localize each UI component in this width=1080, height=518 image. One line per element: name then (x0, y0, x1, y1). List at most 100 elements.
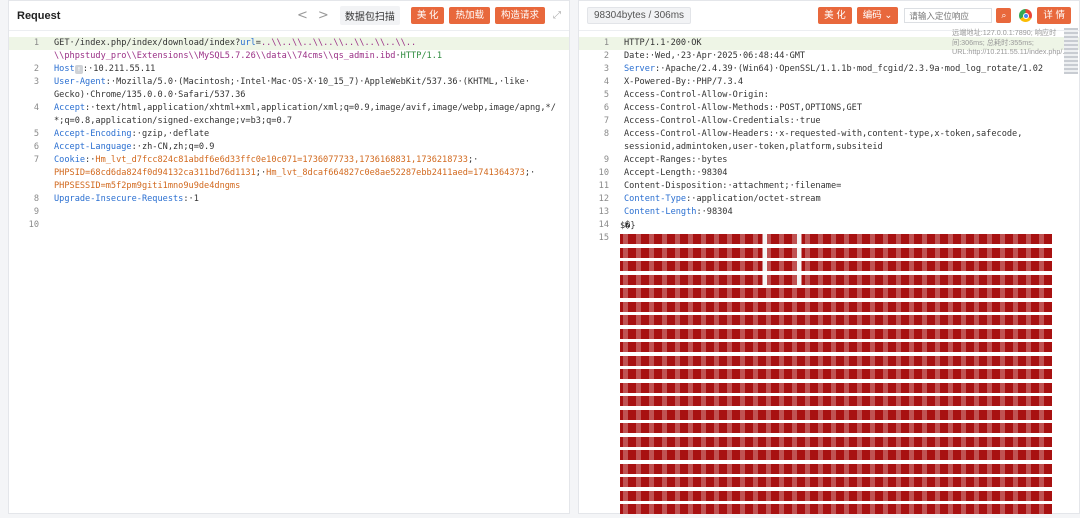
code-line[interactable]: 3 Server:·Apache/2.4.39·(Win64)·OpenSSL/1… (579, 63, 1079, 76)
request-editor[interactable]: 1 GET·/index.php/index/download/index?url… (9, 37, 569, 513)
locate-response-input[interactable] (904, 8, 993, 23)
code-line[interactable]: 6 Access-Control-Allow-Methods:·POST,OPTI… (579, 102, 1079, 115)
token: :·98304 (696, 207, 733, 217)
binary-row (620, 450, 1052, 460)
beautify-button[interactable]: 美 化 (818, 7, 852, 24)
line-content: Accept-Ranges:·bytes (624, 154, 727, 167)
beautify-button[interactable]: 美 化 (410, 7, 445, 24)
line-content: Access-Control-Allow-Credentials:·true (624, 115, 821, 128)
token: Access-Control-Allow-Headers:·x-requeste… (624, 129, 1023, 139)
token: Accept-Ranges:·bytes (624, 155, 728, 165)
line-content: Upgrade-Insecure-Requests:·1 (54, 193, 199, 206)
line-content: Accept:·text/html,application/xhtml+xml,… (54, 102, 556, 115)
line-content: Content-Disposition:·attachment;·filenam… (624, 180, 841, 193)
response-body-first-line: $�} (620, 221, 636, 231)
token: Date:·Wed,·23·Apr·2025·06:48:44·GMT (624, 51, 806, 61)
line-number: 11 (598, 181, 609, 191)
token: :·gzip,·deflate (131, 129, 210, 139)
expand-icon[interactable]: ⤢ (553, 10, 561, 21)
token: :·1 (183, 194, 199, 204)
line-number: 3 (33, 77, 39, 87)
token: Gecko)·Chrome/135.0.0.0·Safari/537.36 (54, 90, 246, 100)
binary-row (620, 477, 1052, 487)
line-number: 8 (603, 129, 609, 139)
token: X-Powered-By:·PHP/7.3.4 (624, 77, 743, 87)
line-content: sessionid,admintoken,user-token,platform… (624, 141, 883, 154)
code-line[interactable]: PHPSESSID=m5f2pm9giti1mno9u9de4dngms (9, 180, 569, 193)
code-line[interactable]: 10 Accept-Length:·98304 (579, 167, 1079, 180)
token: Accept-Length:·98304 (624, 168, 728, 178)
line-content: Access-Control-Allow-Headers:·x-requeste… (624, 128, 1022, 141)
code-line[interactable]: 5 Accept-Encoding:·gzip,·deflate (9, 128, 569, 141)
hot-reload-button[interactable]: 热加载 (449, 7, 490, 24)
binary-body-block (620, 234, 1052, 518)
request-toolbar: Request < > 数据包扫描 美 化 热加载 构造请求 ⤢ (9, 1, 569, 31)
code-line[interactable]: 7 Cookie:·Hm_lvt_d7fcc824c81abdf6e6d33ffc… (9, 154, 569, 167)
token: Access-Control-Allow-Methods:·POST,OPTIO… (624, 103, 862, 113)
line-number: 5 (603, 90, 609, 100)
code-line[interactable]: 1 GET·/index.php/index/download/index?url… (9, 37, 569, 50)
token: Accept (54, 103, 86, 113)
code-line[interactable]: sessionid,admintoken,user-token,platform… (579, 141, 1079, 154)
token: :·zh-CN,zh;q=0.9 (131, 142, 215, 152)
code-line[interactable]: 12 Content-Type:·application/octet-stream (579, 193, 1079, 206)
line-content: *;q=0.8,application/signed-exchange;v=b3… (54, 115, 292, 128)
token: HTTP/1.1 (400, 51, 443, 61)
line-number: 15 (598, 233, 609, 243)
binary-row (620, 261, 1052, 271)
line-number: 9 (603, 155, 609, 165)
code-line[interactable]: 8 Access-Control-Allow-Headers:·x-request… (579, 128, 1079, 141)
line-number: 2 (33, 64, 39, 74)
line-content: X-Powered-By:·PHP/7.3.4 (624, 76, 743, 89)
code-line[interactable]: 3 User-Agent:·Mozilla/5.0·(Macintosh;·Int… (9, 76, 569, 89)
code-line[interactable]: 9 Accept-Ranges:·bytes (579, 154, 1079, 167)
code-line[interactable]: *;q=0.8,application/signed-exchange;v=b3… (9, 115, 569, 128)
line-content: \\phpstudy_pro\\Extensions\\MySQL5.7.26\… (54, 50, 442, 63)
token: *;q=0.8,application/signed-exchange;v=b3… (54, 116, 292, 126)
code-line[interactable]: 4 Accept:·text/html,application/xhtml+xml… (9, 102, 569, 115)
token: Hm_lvt_8dcaf664827c0e8ae52287ebb2411aed=… (266, 168, 525, 178)
token: Cookie (54, 155, 86, 165)
search-icon[interactable]: ⌕ (996, 8, 1012, 23)
binary-row (620, 396, 1052, 406)
code-line[interactable]: 10 (9, 219, 569, 232)
code-line[interactable]: 13 Content-Length:·98304 (579, 206, 1079, 219)
packet-scan-button[interactable]: 数据包扫描 (339, 6, 400, 25)
code-line[interactable]: 11 Content-Disposition:·attachment;·filen… (579, 180, 1079, 193)
response-minimap[interactable] (1064, 28, 1078, 74)
code-line[interactable]: 14 (579, 219, 1079, 232)
binary-row (620, 288, 1052, 298)
token: sessionid,admintoken,user-token,platform… (624, 142, 883, 152)
code-line[interactable]: 7 Access-Control-Allow-Credentials:·true (579, 115, 1079, 128)
details-button[interactable]: 详 情 (1037, 7, 1071, 24)
chrome-icon[interactable] (1019, 9, 1033, 22)
line-content: Accept-Length:·98304 (624, 167, 727, 180)
encode-dropdown[interactable]: 编码 ⌄ (856, 7, 899, 24)
nav-prev-icon[interactable]: < (297, 8, 308, 23)
code-line[interactable]: 5 Access-Control-Allow-Origin: (579, 89, 1079, 102)
token: :·Mozilla/5.0·(Macintosh;·Intel·Mac·OS·X… (105, 77, 531, 87)
response-info-tooltip: 远端地址:127.0.0.1:7890; 响应时间:306ms; 总耗时:355… (952, 28, 1069, 56)
response-size-badge: 98304bytes / 306ms (587, 7, 692, 24)
code-line[interactable]: \\phpstudy_pro\\Extensions\\MySQL5.7.26\… (9, 50, 569, 63)
code-line[interactable]: Gecko)·Chrome/135.0.0.0·Safari/537.36 (9, 89, 569, 102)
line-number: 4 (603, 77, 609, 87)
binary-row (620, 504, 1052, 514)
code-line[interactable]: 4 X-Powered-By:·PHP/7.3.4 (579, 76, 1079, 89)
code-line[interactable]: 6 Accept-Language:·zh-CN,zh;q=0.9 (9, 141, 569, 154)
line-content: Content-Type:·application/octet-stream (624, 193, 821, 206)
line-number: 1 (33, 38, 39, 48)
code-line[interactable]: 8 Upgrade-Insecure-Requests:·1 (9, 193, 569, 206)
token: Access-Control-Allow-Origin: (624, 90, 769, 100)
code-line[interactable]: 2 Host ↑:·10.211.55.11 (9, 63, 569, 76)
nav-next-icon[interactable]: > (318, 8, 329, 23)
code-line[interactable]: 9 (9, 206, 569, 219)
token: \\phpstudy_pro\\Extensions\\MySQL5.7.26\… (54, 51, 396, 61)
code-line[interactable]: PHPSID=68cd6da824f0d94132ca311bd76d1131;… (9, 167, 569, 180)
token: Server (624, 64, 656, 74)
line-number: 7 (33, 155, 39, 165)
line-content: GET·/index.php/index/download/index?url=… (54, 37, 416, 50)
construct-request-button[interactable]: 构造请求 (494, 7, 545, 24)
token: ..\\..\\..\\..\\..\\..\\..\\.. (260, 38, 417, 48)
binary-row (620, 409, 1052, 420)
